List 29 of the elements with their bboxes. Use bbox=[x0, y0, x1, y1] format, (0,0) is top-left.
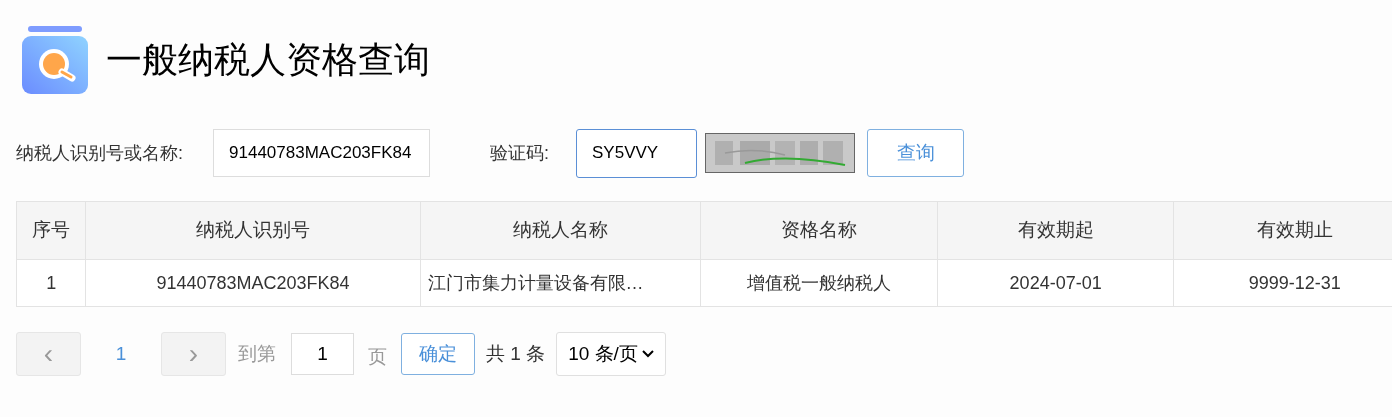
previous-page-button[interactable]: ‹ bbox=[16, 332, 81, 376]
page-title: 一般纳税人资格查询 bbox=[106, 42, 430, 78]
page-number-field[interactable]: 1 bbox=[291, 333, 354, 375]
search-button[interactable]: 查询 bbox=[867, 129, 965, 177]
total-count: 共 1 条 bbox=[486, 341, 546, 366]
table-cell: 9999-12-31 bbox=[1173, 259, 1392, 307]
column-header: 纳税人名称 bbox=[420, 201, 701, 260]
next-page-button[interactable]: › bbox=[161, 332, 226, 376]
column-header: 有效期止 bbox=[1173, 201, 1392, 260]
table-cell: 江门市集力计量设备有限… bbox=[420, 259, 701, 307]
captcha-field[interactable]: SY5VVY bbox=[576, 128, 698, 178]
column-header: 资格名称 bbox=[700, 201, 938, 260]
page-link[interactable]: 1 bbox=[111, 339, 131, 369]
field-label: 纳税人识别号或名称: bbox=[16, 141, 183, 165]
table-cell: 2024-07-01 bbox=[937, 259, 1174, 307]
goto-label: 到第 bbox=[238, 341, 276, 366]
table-cell: 91440783MAC203FK84 bbox=[85, 259, 421, 307]
table-cell: 1 bbox=[16, 259, 86, 307]
taxpayer-id-field[interactable]: 91440783MAC203FK84 bbox=[213, 129, 430, 177]
confirm-button[interactable]: 确定 bbox=[401, 333, 475, 375]
column-header: 纳税人识别号 bbox=[85, 201, 421, 260]
column-header: 序号 bbox=[16, 201, 86, 260]
column-header: 有效期起 bbox=[937, 201, 1174, 260]
page-size-dropdown[interactable]: 10 条/页 bbox=[556, 332, 666, 376]
chevron-down-icon bbox=[641, 350, 654, 358]
field-label: 验证码: bbox=[490, 141, 550, 165]
page-unit-label: 页 bbox=[368, 344, 387, 369]
table-cell: 增值税一般纳税人 bbox=[700, 259, 938, 307]
search-book-icon bbox=[22, 26, 88, 94]
